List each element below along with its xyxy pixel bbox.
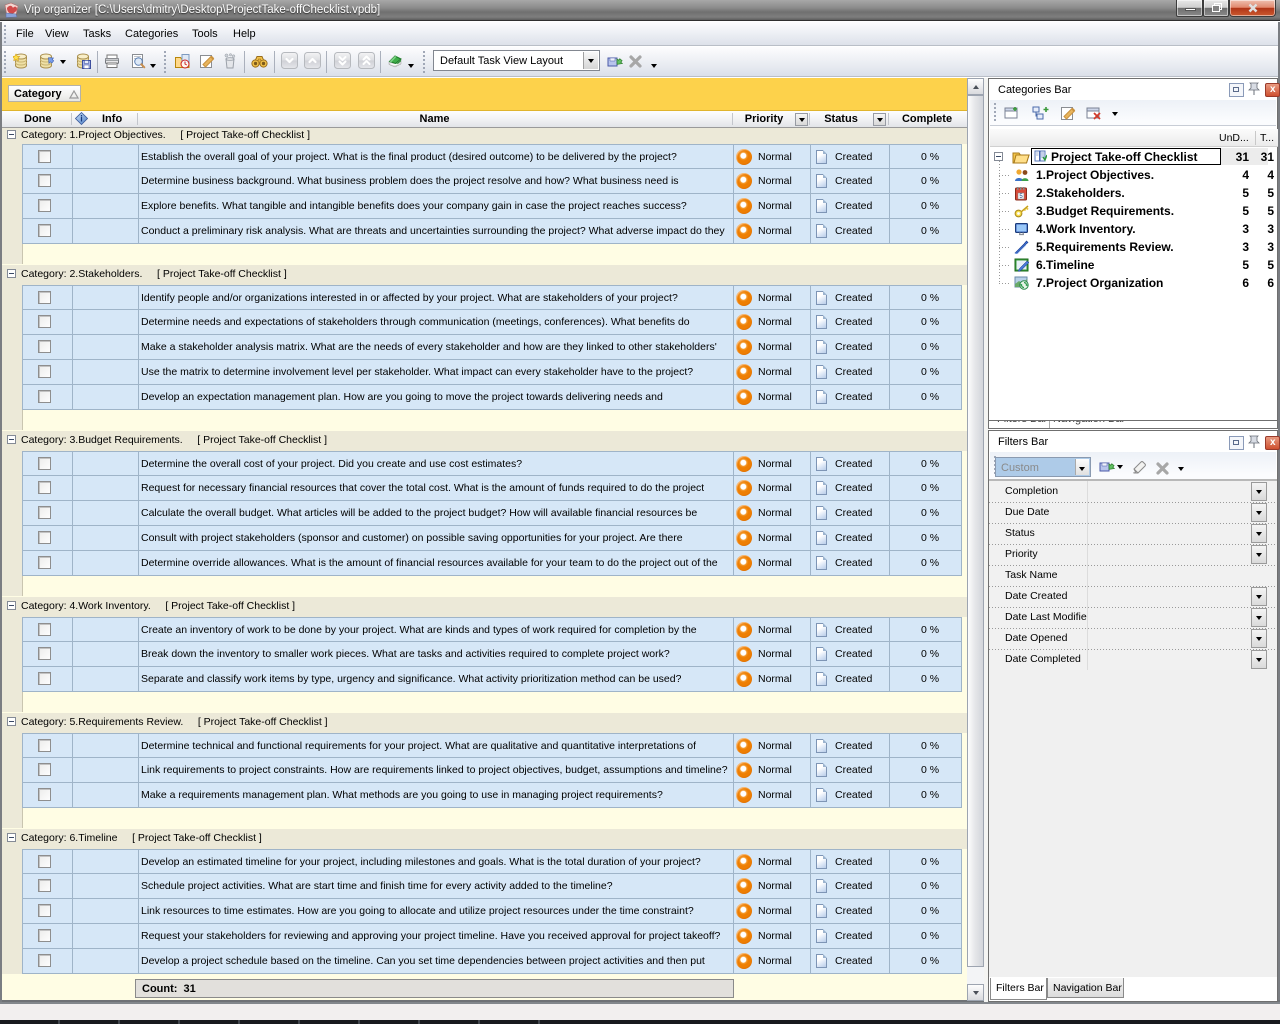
svg-text:i: i — [80, 114, 83, 124]
